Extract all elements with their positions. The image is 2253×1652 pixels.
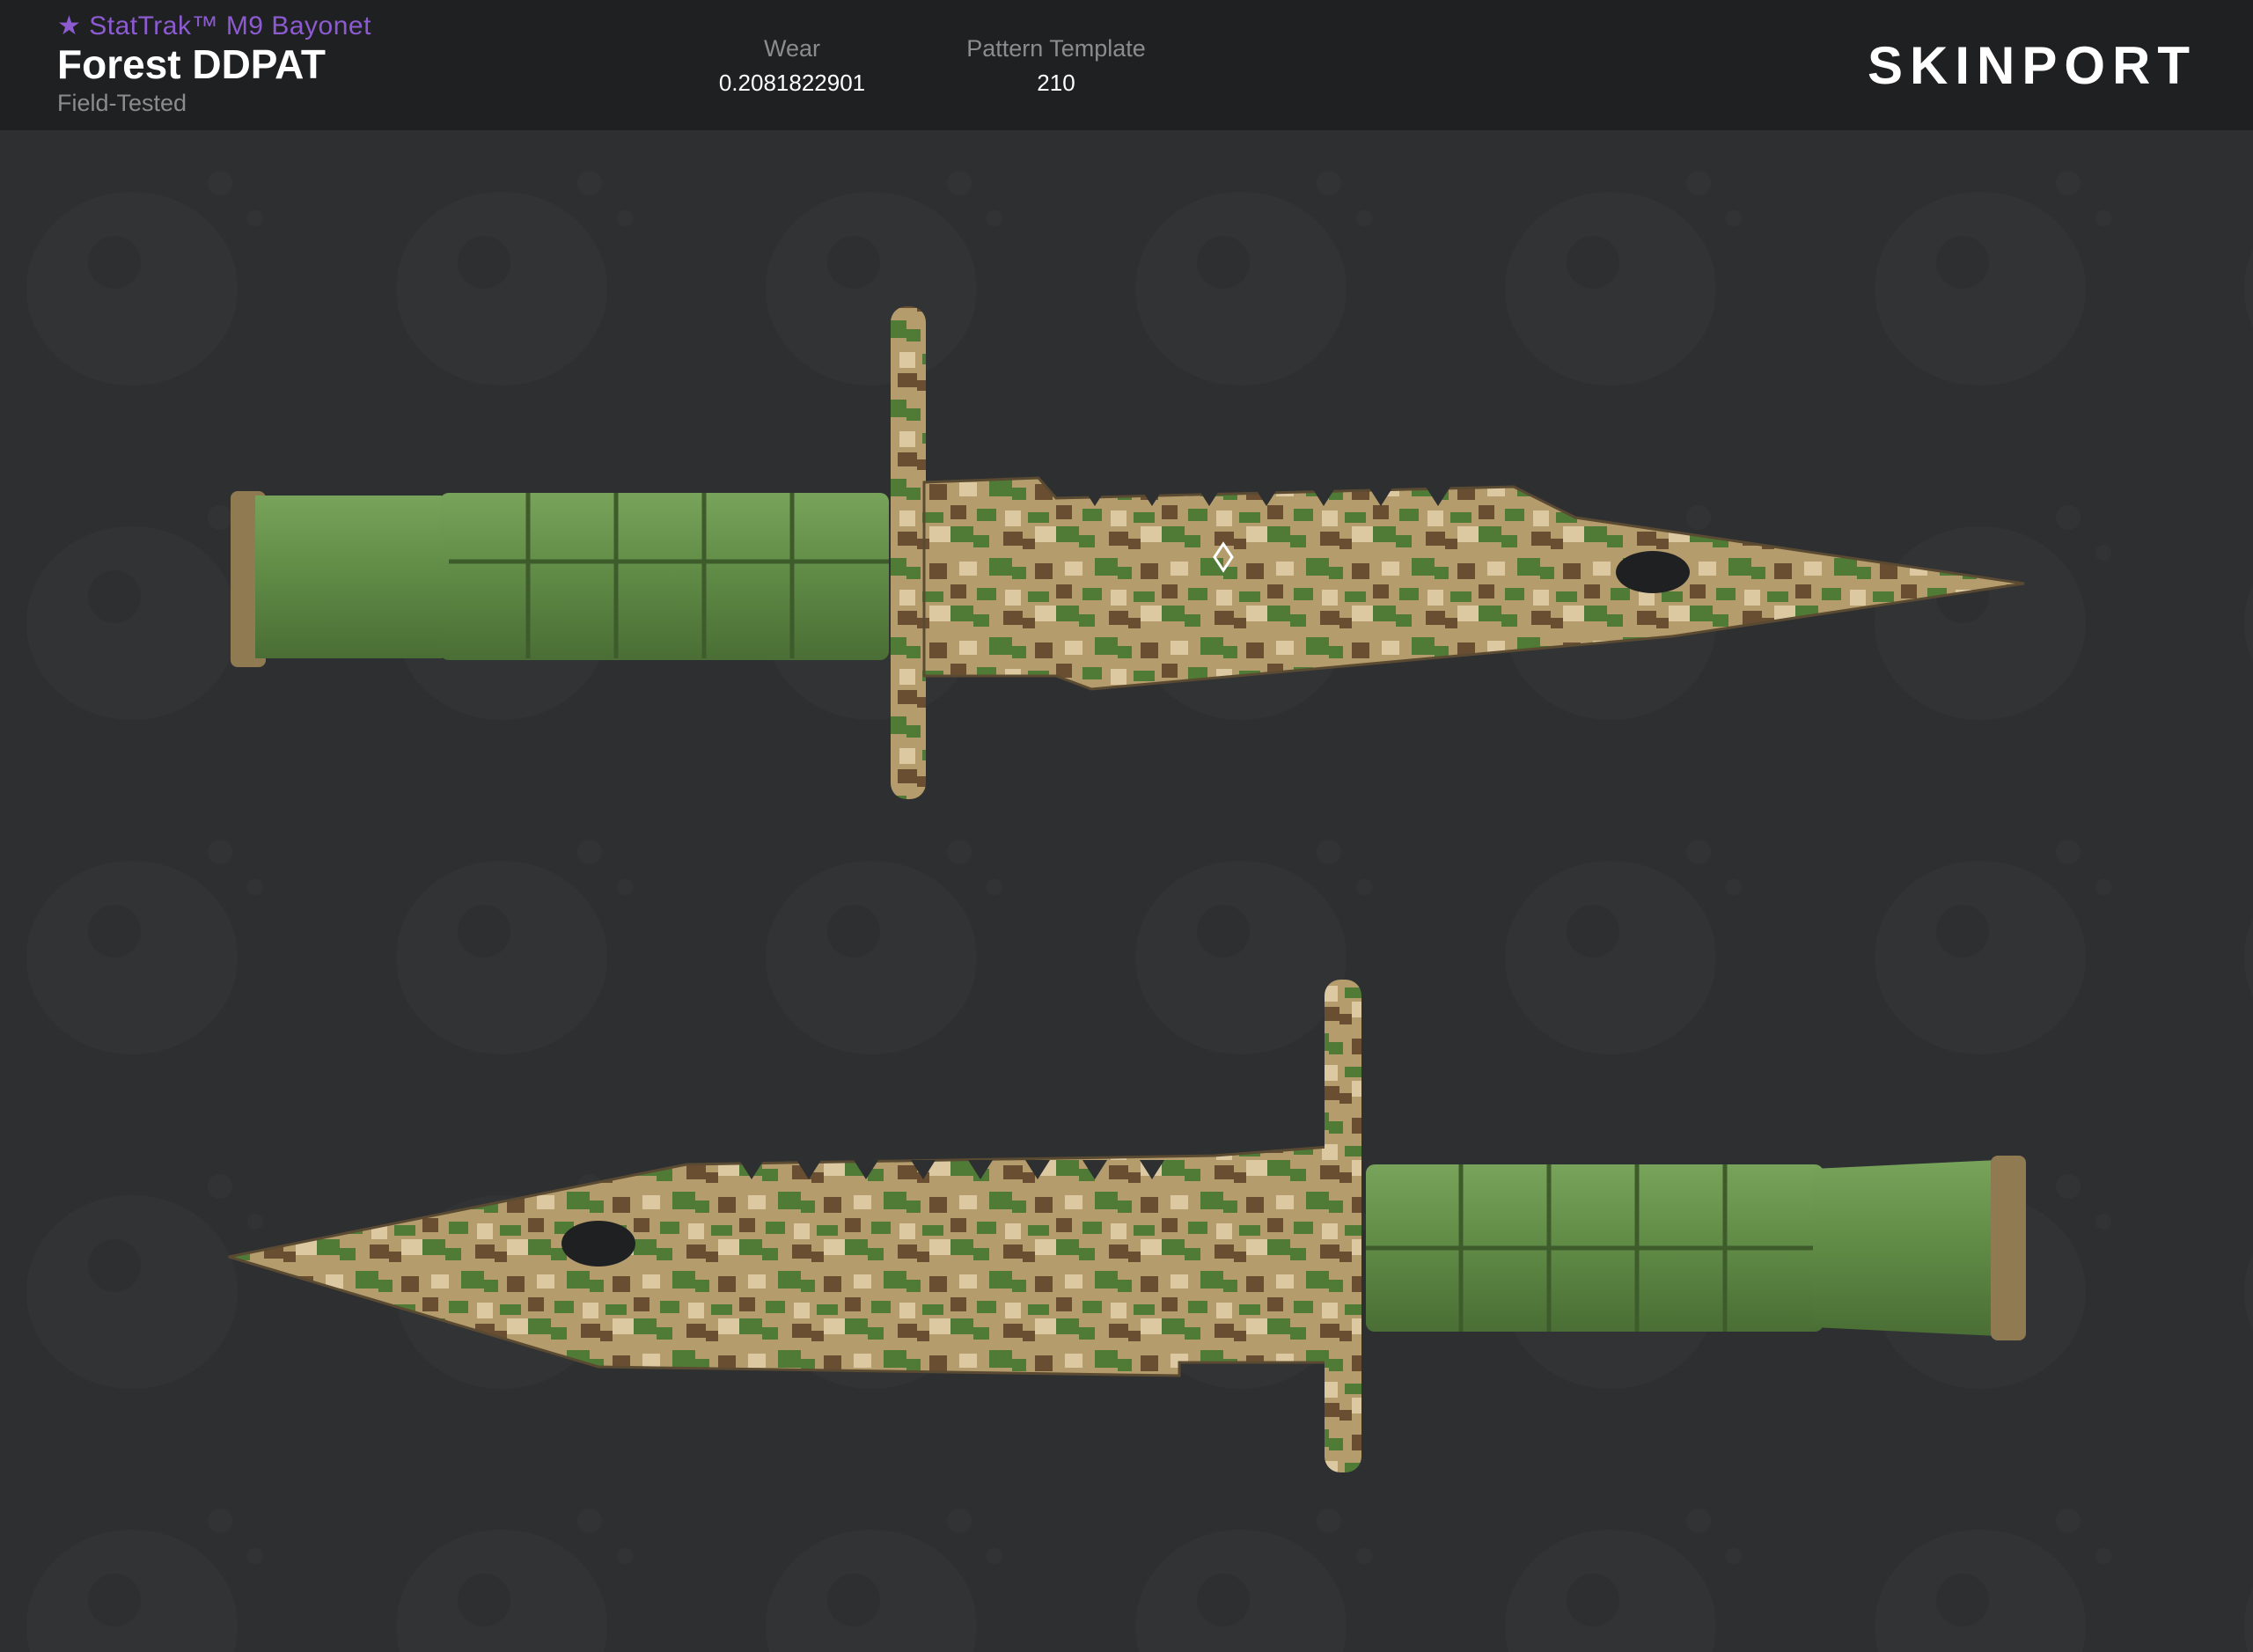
pommel-bottom <box>1991 1156 2026 1340</box>
item-exterior: Field-Tested <box>57 90 187 116</box>
item-type-label: ★ StatTrak™ M9 Bayonet <box>57 11 371 40</box>
item-header: ★ StatTrak™ M9 Bayonet Forest DDPAT Fiel… <box>0 0 2253 130</box>
blade-hole-bottom <box>561 1221 635 1267</box>
item-name: Forest DDPAT <box>57 41 326 87</box>
grip-top <box>440 493 889 660</box>
knife-preview-area <box>0 130 2253 1652</box>
crossguard-top <box>891 306 926 799</box>
wear-stat: Wear 0.2081822901 <box>704 35 880 97</box>
crossguard-bottom <box>1325 980 1361 1472</box>
wear-label: Wear <box>763 35 821 62</box>
wear-value: 0.2081822901 <box>718 70 866 96</box>
handle-top <box>255 496 449 658</box>
blade-hole-top <box>1616 551 1690 593</box>
pattern-label: Pattern Template <box>966 35 1146 62</box>
pattern-value: 210 <box>1037 70 1075 96</box>
pattern-stat: Pattern Template 210 <box>933 35 1179 97</box>
background-pattern <box>0 130 2253 1652</box>
skinport-logo[interactable]: SKINPORT <box>1868 35 2197 96</box>
handle-bottom <box>1813 1160 1998 1336</box>
knife-preview-canvas <box>0 130 2253 1652</box>
